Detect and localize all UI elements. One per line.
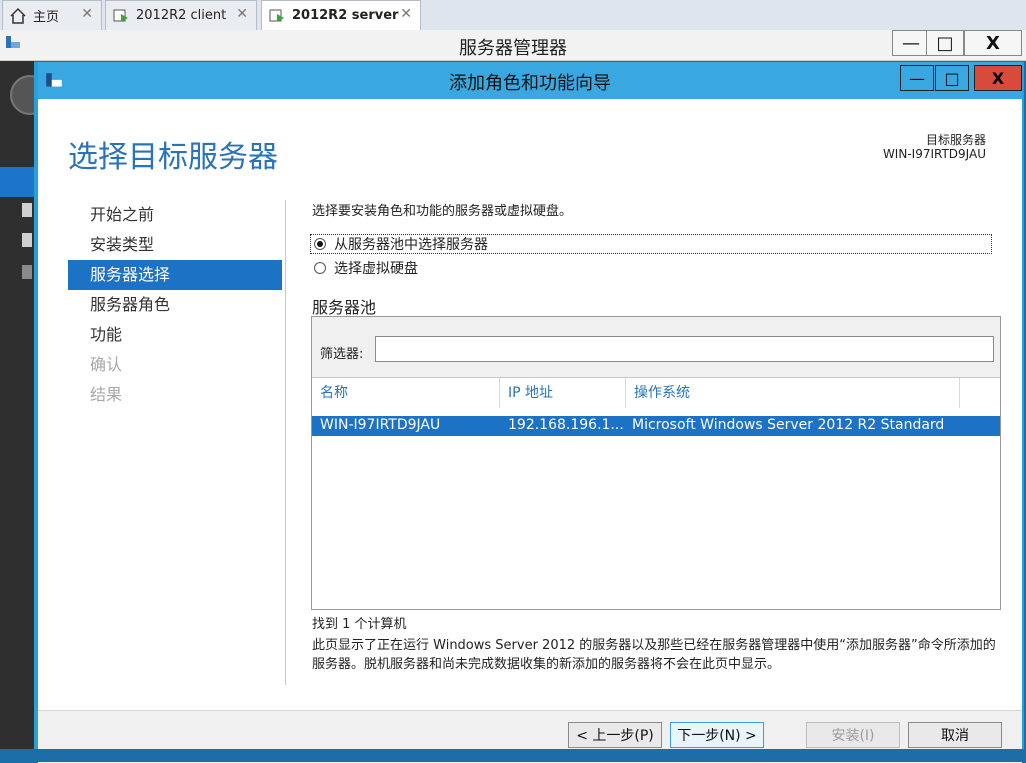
all-servers-icon[interactable] (22, 233, 32, 247)
close-icon[interactable]: ✕ (236, 6, 248, 22)
table-row[interactable]: WIN-I97IRTD9JAU 192.168.196.1... Microso… (312, 416, 1000, 436)
step-before-you-begin[interactable]: 开始之前 (68, 200, 282, 230)
cell-operating-system: Microsoft Windows Server 2012 R2 Standar… (632, 417, 945, 433)
cancel-button[interactable]: 取消 (908, 722, 1002, 748)
install-button: 安装(I) (806, 722, 900, 748)
server-manager-sidebar (0, 61, 50, 762)
file-storage-icon[interactable] (22, 265, 32, 279)
vm-icon (113, 9, 128, 22)
wizard-steps: 开始之前 安装类型 服务器选择 服务器角色 功能 确认 结果 (68, 200, 282, 410)
add-roles-wizard: 添加角色和功能向导 — □ X 选择目标服务器 目标服务器 WIN-I97IRT… (34, 62, 1024, 763)
vm-tab-bar: 主页 ✕ 2012R2 client ✕ 2012R2 server ✕ (0, 0, 1026, 31)
sm-minimize-button[interactable]: — (892, 30, 930, 56)
tab-2012r2-server[interactable]: 2012R2 server ✕ (261, 0, 421, 30)
step-server-roles[interactable]: 服务器角色 (68, 290, 282, 320)
option-server-pool-label: 从服务器池中选择服务器 (334, 237, 488, 253)
taskbar (0, 749, 1026, 762)
step-results: 结果 (90, 385, 123, 404)
tab-server-label: 2012R2 server (292, 8, 399, 23)
sm-close-button[interactable]: X (964, 30, 1022, 56)
tab-home[interactable]: 主页 ✕ (2, 0, 102, 30)
step-server-selection[interactable]: 服务器选择 (68, 260, 282, 290)
vm-icon (269, 9, 284, 22)
tab-2012r2-client[interactable]: 2012R2 client ✕ (105, 0, 257, 30)
close-icon[interactable]: ✕ (400, 6, 412, 22)
cell-ip-address: 192.168.196.1... (508, 417, 624, 433)
radio-unselected-icon[interactable] (314, 262, 326, 274)
home-icon (10, 7, 26, 24)
wizard-maximize-button[interactable]: □ (935, 65, 969, 91)
filter-label: 筛选器: (320, 347, 364, 362)
next-button[interactable]: 下一步(N) > (670, 722, 764, 748)
steps-divider (285, 200, 286, 685)
page-title: 选择目标服务器 (68, 140, 278, 175)
column-header-ip[interactable]: IP 地址 (500, 378, 626, 408)
option-virtual-disk-label: 选择虚拟硬盘 (334, 261, 418, 277)
column-header-name[interactable]: 名称 (312, 378, 500, 408)
step-confirmation: 确认 (90, 355, 123, 374)
destination-server-label: 目标服务器 (925, 133, 986, 147)
filter-input[interactable] (375, 336, 994, 362)
wizard-titlebar: 添加角色和功能向导 — □ X (38, 62, 1022, 99)
server-pool-title: 服务器池 (312, 298, 377, 317)
close-icon[interactable]: ✕ (81, 6, 93, 22)
found-count: 找到 1 个计算机 (312, 617, 407, 632)
option-server-pool[interactable]: 从服务器池中选择服务器 (314, 234, 488, 254)
cell-server-name: WIN-I97IRTD9JAU (320, 417, 441, 433)
option-virtual-disk[interactable]: 选择虚拟硬盘 (314, 258, 418, 278)
tab-client-label: 2012R2 client (136, 8, 227, 23)
server-manager-titlebar: 服务器管理器 — □ X (0, 30, 1026, 61)
tab-home-label: 主页 (33, 10, 60, 25)
step-features[interactable]: 功能 (68, 320, 282, 350)
server-manager-title: 服务器管理器 (459, 38, 567, 59)
step-installation-type[interactable]: 安装类型 (68, 230, 282, 260)
wizard-minimize-button[interactable]: — (900, 65, 934, 91)
description-text: 此页显示了正在运行 Windows Server 2012 的服务器以及那些已经… (312, 638, 996, 672)
sidebar-item-dashboard[interactable] (0, 167, 34, 197)
wizard-close-button[interactable]: X (974, 65, 1022, 91)
wizard-title: 添加角色和功能向导 (449, 73, 611, 94)
previous-button[interactable]: < 上一步(P) (568, 722, 662, 748)
sm-maximize-button[interactable]: □ (926, 30, 964, 56)
intro-text: 选择要安装角色和功能的服务器或虚拟硬盘。 (312, 204, 573, 219)
column-header-os[interactable]: 操作系统 (626, 378, 960, 408)
radio-selected-icon[interactable] (314, 238, 326, 250)
local-server-icon[interactable] (22, 203, 32, 217)
destination-server-value: WIN-I97IRTD9JAU (882, 147, 986, 161)
